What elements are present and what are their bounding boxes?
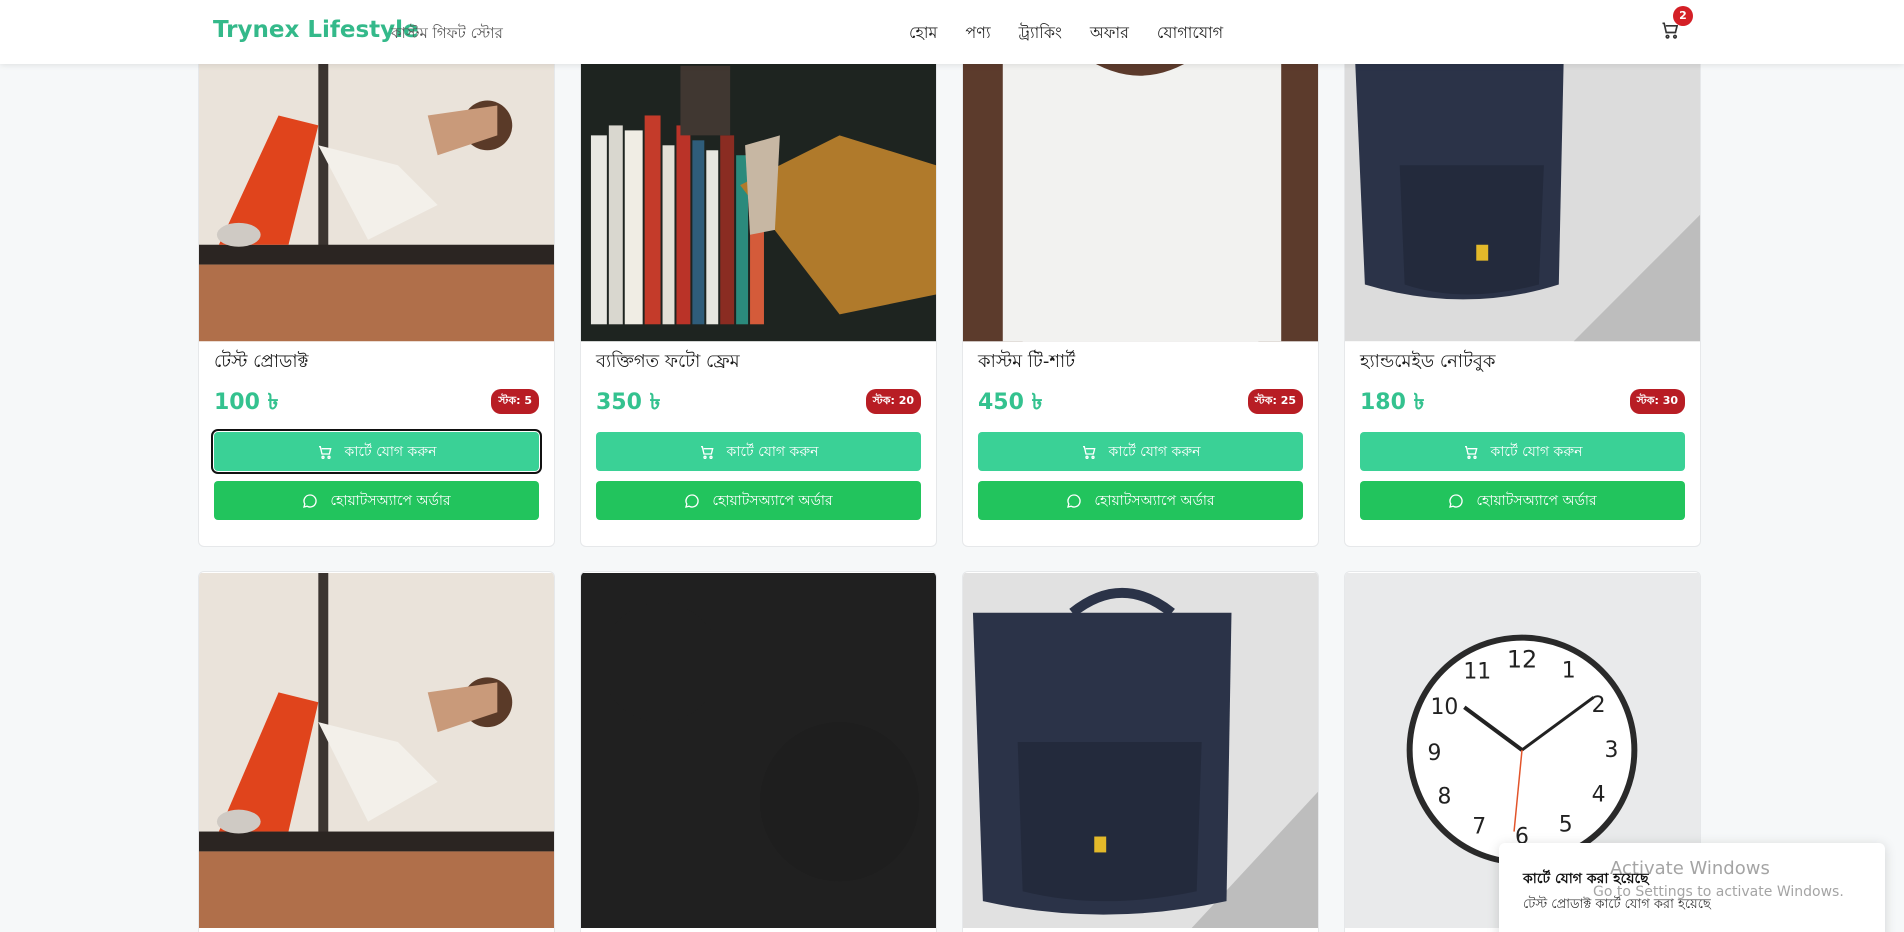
main-nav: হোম পণ্য ট্র্যাকিং অফার যোগাযোগ [909,20,1223,47]
cart-icon [1464,445,1478,459]
product-price: 180 ৳ [1360,390,1425,415]
add-to-cart-label: কার্টে যোগ করুন [1490,443,1583,460]
product-image-tshirt[interactable] [963,55,1318,342]
svg-text:10: 10 [1431,695,1459,720]
nav-contact[interactable]: যোগাযোগ [1157,20,1223,47]
product-title: কাস্টম টি-শার্ট [978,351,1075,372]
whatsapp-order-button[interactable]: হোয়াটসঅ্যাপে অর্ডার [596,481,921,520]
nav-products[interactable]: পণ্য [965,20,990,47]
svg-text:3: 3 [1605,738,1619,763]
product-card: ব্যক্তিগত ফটো ফ্রেম 350 ৳ স্টক: 20 কার্ট… [580,54,937,547]
product-title: ব্যক্তিগত ফটো ফ্রেম [596,351,740,372]
svg-text:2: 2 [1592,693,1606,718]
brand-tagline: কাস্টম গিফট স্টোর [391,24,503,42]
svg-text:9: 9 [1428,741,1442,766]
add-to-cart-label: কার্টে যোগ করুন [344,443,437,460]
chat-icon [685,493,700,508]
product-card: টেস্ট প্রোডাক্ট 100 ৳ স্টক: 5 কার্টে যোগ… [198,54,555,547]
product-card: কাস্টম টি-শার্ট 450 ৳ স্টক: 25 কার্টে যো… [962,54,1319,547]
product-price: 100 ৳ [214,390,279,415]
stock-badge: স্টক: 5 [491,389,539,414]
product-card [580,571,937,932]
nav-tracking[interactable]: ট্র্যাকিং [1019,20,1062,47]
chat-icon [303,493,318,508]
svg-text:7: 7 [1472,815,1486,840]
site-header: Trynex Lifestyle কাস্টম গিফট স্টোর হোম প… [0,0,1904,64]
whatsapp-order-button[interactable]: হোয়াটসঅ্যাপে অর্ডার [1360,481,1685,520]
cart-count-badge: 2 [1673,6,1693,26]
product-image-dark-texture[interactable] [581,572,936,929]
svg-text:8: 8 [1437,785,1451,810]
svg-text:12: 12 [1507,645,1537,673]
nav-home[interactable]: হোম [909,20,937,47]
product-image-backpack[interactable] [1345,55,1700,342]
chat-icon [1449,493,1464,508]
whatsapp-order-button[interactable]: হোয়াটসঅ্যাপে অর্ডার [978,481,1303,520]
add-to-cart-label: কার্টে যোগ করুন [1108,443,1201,460]
whatsapp-order-label: হোয়াটসঅ্যাপে অর্ডার [330,492,451,509]
product-card [962,571,1319,932]
cart-icon [700,445,714,459]
product-title: হ্যান্ডমেইড নোটবুক [1360,351,1496,372]
windows-watermark-title: Activate Windows [1610,858,1770,879]
whatsapp-order-label: হোয়াটসঅ্যাপে অর্ডার [712,492,833,509]
cart-icon [1082,445,1096,459]
svg-text:11: 11 [1463,659,1491,684]
product-image-fitness[interactable] [199,572,554,929]
product-image-fitness[interactable] [199,55,554,342]
brand-logo[interactable]: Trynex Lifestyle [213,17,419,43]
chat-icon [1067,493,1082,508]
whatsapp-order-label: হোয়াটসঅ্যাপে অর্ডার [1476,492,1597,509]
cart-icon [318,445,332,459]
whatsapp-order-button[interactable]: হোয়াটসঅ্যাপে অর্ডার [214,481,539,520]
product-price: 450 ৳ [978,390,1043,415]
svg-text:1: 1 [1562,658,1576,683]
svg-text:4: 4 [1592,783,1606,808]
product-card [198,571,555,932]
stock-badge: স্টক: 25 [1247,389,1303,414]
product-title: টেস্ট প্রোডাক্ট [214,351,309,372]
product-image-books[interactable] [581,55,936,342]
stock-badge: স্টক: 20 [865,389,921,414]
add-to-cart-label: কার্টে যোগ করুন [726,443,819,460]
product-card: হ্যান্ডমেইড নোটবুক 180 ৳ স্টক: 30 কার্টে… [1344,54,1701,547]
add-to-cart-button[interactable]: কার্টে যোগ করুন [596,432,921,471]
windows-watermark-subtitle: Go to Settings to activate Windows. [1593,884,1844,900]
add-to-cart-button[interactable]: কার্টে যোগ করুন [1360,432,1685,471]
nav-offers[interactable]: অফার [1090,20,1129,47]
whatsapp-order-label: হোয়াটসঅ্যাপে অর্ডার [1094,492,1215,509]
add-to-cart-button[interactable]: কার্টে যোগ করুন [211,429,542,474]
product-image-backpack[interactable] [963,572,1318,929]
svg-text:5: 5 [1559,813,1573,838]
add-to-cart-button[interactable]: কার্টে যোগ করুন [978,432,1303,471]
stock-badge: স্টক: 30 [1629,389,1685,414]
product-price: 350 ৳ [596,390,661,415]
